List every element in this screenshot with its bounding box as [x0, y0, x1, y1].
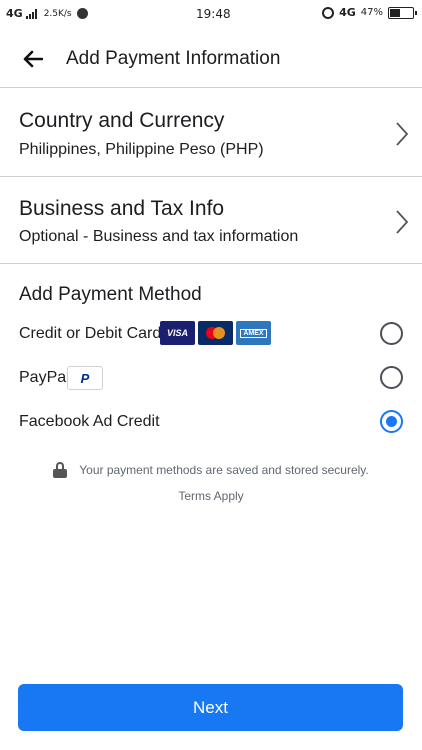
- payment-option-card[interactable]: Credit or Debit Card VISA AMEX: [0, 316, 422, 352]
- amex-logo: AMEX: [236, 321, 271, 345]
- app-header: Add Payment Information: [0, 30, 422, 88]
- country-currency-title: Country and Currency: [19, 109, 225, 132]
- payment-option-ad-credit[interactable]: Facebook Ad Credit: [0, 404, 422, 440]
- lock-icon: [53, 462, 68, 478]
- payment-option-label: PayPal: [19, 369, 70, 386]
- business-tax-row[interactable]: Business and Tax Info Optional - Busines…: [0, 177, 422, 264]
- radio-ad-credit[interactable]: [380, 410, 403, 433]
- payment-option-paypal[interactable]: PayPal P: [0, 360, 422, 396]
- status-right: 4G 47%: [322, 6, 417, 19]
- card-logos: VISA AMEX: [160, 321, 271, 345]
- chevron-right-icon: [396, 122, 409, 146]
- visa-logo: VISA: [160, 321, 195, 345]
- network-speed: 2.5K/s: [43, 8, 72, 19]
- battery-percent: 47%: [360, 7, 383, 18]
- page-title: Add Payment Information: [66, 47, 281, 69]
- signal-icon: [25, 8, 37, 19]
- payment-option-label: Facebook Ad Credit: [19, 413, 160, 430]
- country-currency-row[interactable]: Country and Currency Philippines, Philip…: [0, 89, 422, 177]
- paypal-logo: P: [67, 366, 103, 390]
- battery-icon: [388, 6, 417, 19]
- alarm-icon: [322, 6, 335, 19]
- terms-link[interactable]: Terms Apply: [0, 489, 422, 503]
- battery-level: [390, 8, 401, 17]
- business-tax-title: Business and Tax Info: [19, 197, 225, 220]
- status-bar: 4G 2.5K/s 19:48 4G 47%: [0, 0, 422, 30]
- status-left: 4G 2.5K/s: [6, 7, 88, 20]
- radio-paypal[interactable]: [380, 366, 403, 389]
- secure-note: Your payment methods are saved and store…: [0, 462, 422, 503]
- business-tax-value: Optional - Business and tax information: [19, 228, 299, 245]
- network-type: 4G: [6, 7, 23, 20]
- payment-option-label: Credit or Debit Card: [19, 325, 162, 342]
- radio-card[interactable]: [380, 322, 403, 345]
- back-button[interactable]: [0, 30, 66, 88]
- clock: 19:48: [196, 7, 231, 21]
- chevron-right-icon: [396, 210, 409, 234]
- back-arrow-icon: [23, 50, 43, 67]
- payment-method-heading: Add Payment Method: [19, 284, 202, 305]
- mastercard-logo: [198, 321, 233, 345]
- next-button[interactable]: Next: [18, 684, 403, 731]
- messenger-icon: [76, 8, 88, 19]
- country-currency-value: Philippines, Philippine Peso (PHP): [19, 141, 264, 158]
- secure-message: Your payment methods are saved and store…: [79, 463, 369, 477]
- network-type-right: 4G: [339, 6, 356, 19]
